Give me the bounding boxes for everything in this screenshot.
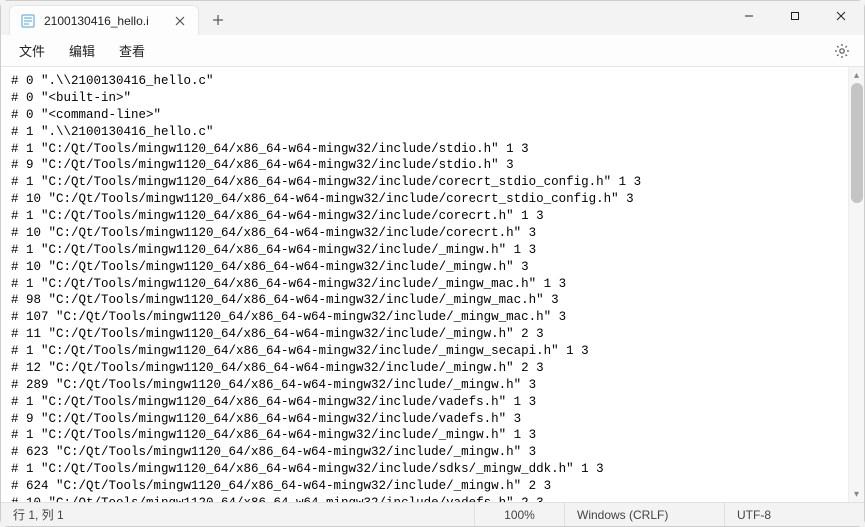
status-cursor-position: 行 1, 列 1 (1, 503, 474, 526)
editor-line: # 1 "C:/Qt/Tools/mingw1120_64/x86_64-w64… (11, 427, 838, 444)
editor-line: # 9 "C:/Qt/Tools/mingw1120_64/x86_64-w64… (11, 411, 838, 428)
editor-line: # 623 "C:/Qt/Tools/mingw1120_64/x86_64-w… (11, 444, 838, 461)
editor-line: # 12 "C:/Qt/Tools/mingw1120_64/x86_64-w6… (11, 360, 838, 377)
menu-file[interactable]: 文件 (9, 37, 55, 64)
text-editor[interactable]: # 0 ".\\2100130416_hello.c"# 0 "<built-i… (1, 67, 848, 502)
scroll-up-arrow-icon[interactable]: ▴ (849, 67, 865, 83)
tab-close-button[interactable] (172, 13, 188, 29)
editor-line: # 0 "<built-in>" (11, 90, 838, 107)
editor-line: # 1 "C:/Qt/Tools/mingw1120_64/x86_64-w64… (11, 343, 838, 360)
editor-area: # 0 ".\\2100130416_hello.c"# 0 "<built-i… (1, 67, 864, 502)
minimize-button[interactable] (726, 1, 772, 31)
editor-line: # 98 "C:/Qt/Tools/mingw1120_64/x86_64-w6… (11, 292, 838, 309)
new-tab-button[interactable] (203, 5, 233, 35)
status-encoding[interactable]: UTF-8 (724, 503, 864, 526)
notepad-icon (20, 13, 36, 29)
editor-line: # 1 "C:/Qt/Tools/mingw1120_64/x86_64-w64… (11, 242, 838, 259)
editor-line: # 9 "C:/Qt/Tools/mingw1120_64/x86_64-w64… (11, 157, 838, 174)
tab-title: 2100130416_hello.i (44, 14, 164, 28)
editor-line: # 289 "C:/Qt/Tools/mingw1120_64/x86_64-w… (11, 377, 838, 394)
tab-active[interactable]: 2100130416_hello.i (9, 5, 199, 35)
status-zoom[interactable]: 100% (474, 503, 564, 526)
editor-line: # 11 "C:/Qt/Tools/mingw1120_64/x86_64-w6… (11, 326, 838, 343)
window-close-button[interactable] (818, 1, 864, 31)
editor-line: # 10 "C:/Qt/Tools/mingw1120_64/x86_64-w6… (11, 259, 838, 276)
editor-line: # 1 "C:/Qt/Tools/mingw1120_64/x86_64-w64… (11, 276, 838, 293)
menu-view[interactable]: 查看 (109, 37, 155, 64)
scrollbar-thumb[interactable] (851, 83, 863, 203)
editor-line: # 10 "C:/Qt/Tools/mingw1120_64/x86_64-w6… (11, 495, 838, 502)
editor-line: # 107 "C:/Qt/Tools/mingw1120_64/x86_64-w… (11, 309, 838, 326)
scrollbar-track[interactable] (849, 83, 864, 486)
editor-line: # 1 ".\\2100130416_hello.c" (11, 124, 838, 141)
scroll-down-arrow-icon[interactable]: ▾ (849, 486, 865, 502)
status-bar: 行 1, 列 1 100% Windows (CRLF) UTF-8 (1, 502, 864, 526)
editor-line: # 1 "C:/Qt/Tools/mingw1120_64/x86_64-w64… (11, 461, 838, 478)
editor-line: # 10 "C:/Qt/Tools/mingw1120_64/x86_64-w6… (11, 225, 838, 242)
editor-line: # 0 "<command-line>" (11, 107, 838, 124)
editor-line: # 0 ".\\2100130416_hello.c" (11, 73, 838, 90)
vertical-scrollbar[interactable]: ▴ ▾ (848, 67, 864, 502)
editor-line: # 1 "C:/Qt/Tools/mingw1120_64/x86_64-w64… (11, 208, 838, 225)
editor-line: # 1 "C:/Qt/Tools/mingw1120_64/x86_64-w64… (11, 394, 838, 411)
editor-line: # 624 "C:/Qt/Tools/mingw1120_64/x86_64-w… (11, 478, 838, 495)
tab-strip: 2100130416_hello.i (1, 1, 233, 35)
editor-line: # 1 "C:/Qt/Tools/mingw1120_64/x86_64-w64… (11, 174, 838, 191)
status-line-ending[interactable]: Windows (CRLF) (564, 503, 724, 526)
editor-line: # 1 "C:/Qt/Tools/mingw1120_64/x86_64-w64… (11, 141, 838, 158)
title-bar: 2100130416_hello.i (1, 1, 864, 35)
editor-line: # 10 "C:/Qt/Tools/mingw1120_64/x86_64-w6… (11, 191, 838, 208)
gear-icon (834, 43, 850, 59)
menu-bar: 文件 编辑 查看 (1, 35, 864, 67)
maximize-button[interactable] (772, 1, 818, 31)
window-controls (726, 1, 864, 31)
settings-button[interactable] (828, 37, 856, 65)
menu-edit[interactable]: 编辑 (59, 37, 105, 64)
